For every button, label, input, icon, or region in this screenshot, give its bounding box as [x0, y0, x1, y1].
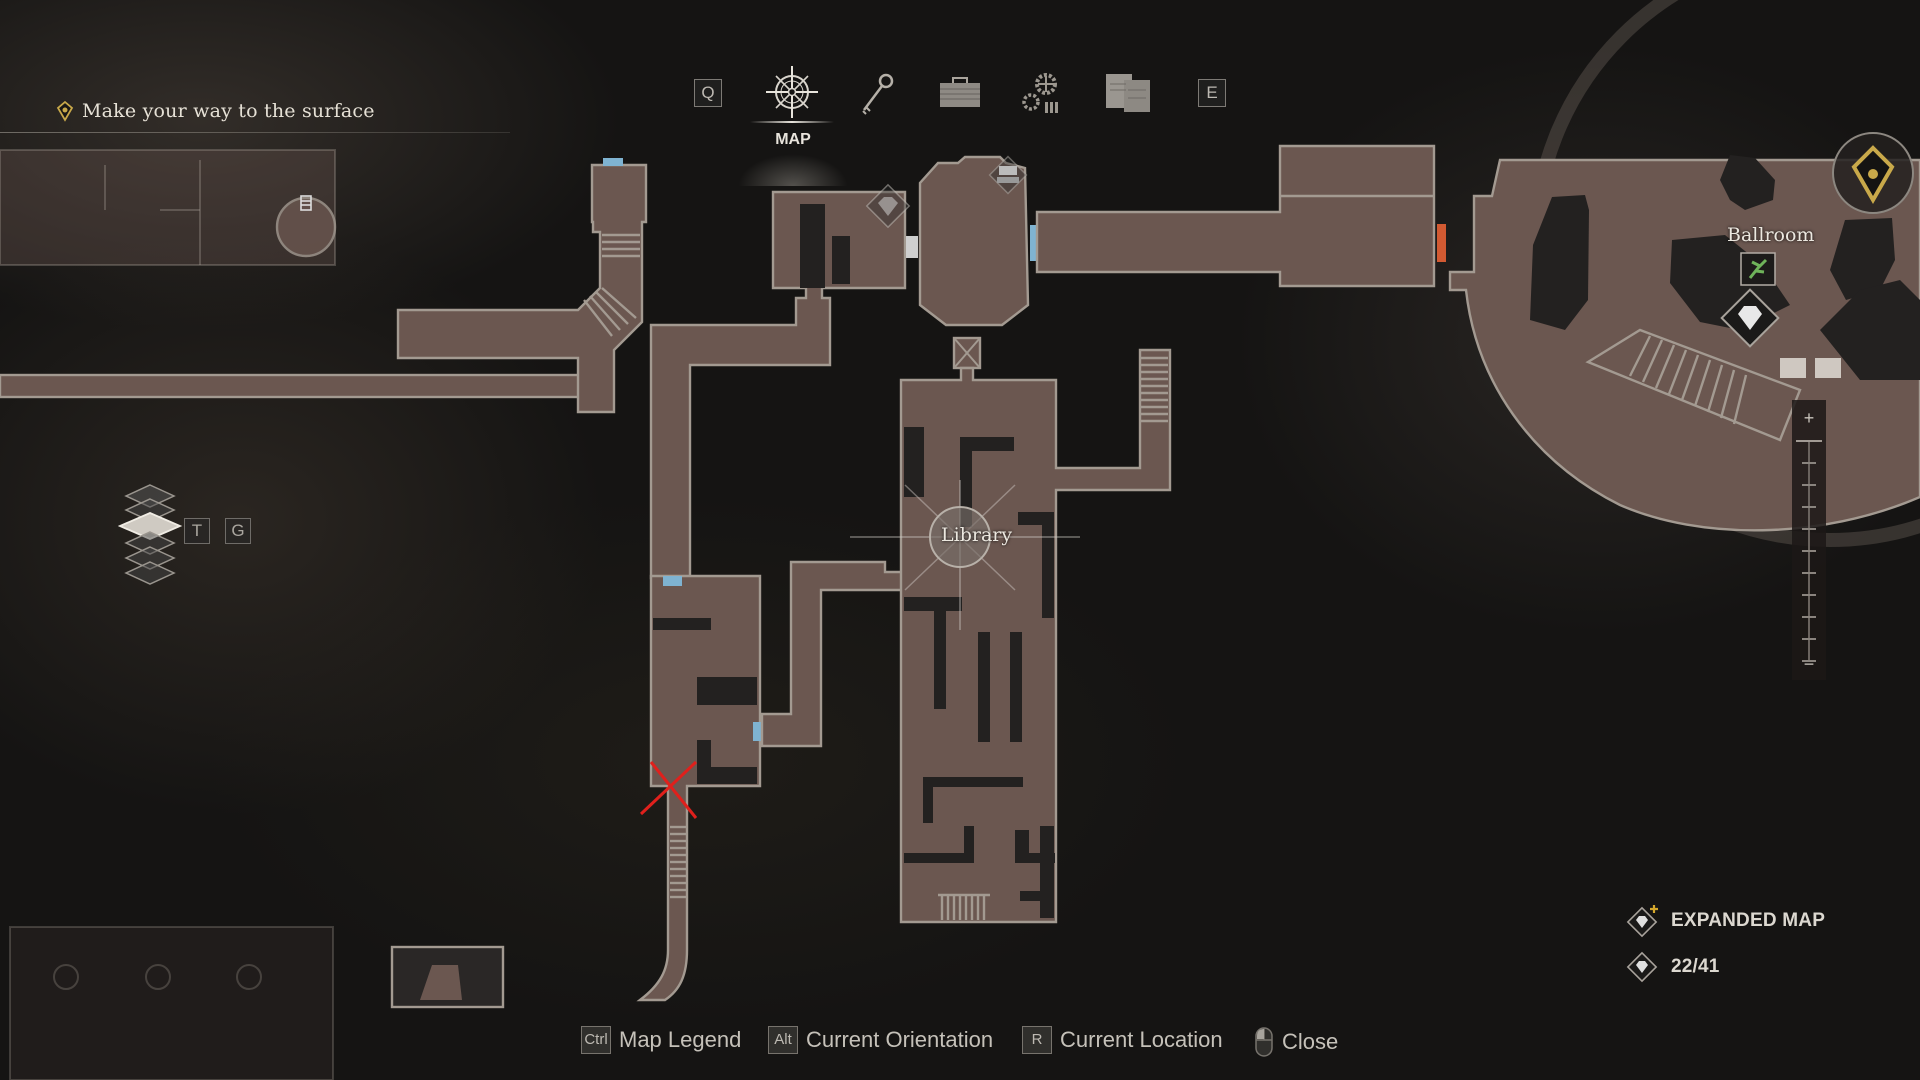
treasure-count-row: 22/41	[1625, 944, 1825, 990]
treasure-icon	[1626, 951, 1658, 983]
tab-inventory[interactable]	[938, 74, 982, 110]
room-l-corridor	[649, 190, 918, 580]
active-tab-glow	[738, 154, 848, 186]
hint-map-legend[interactable]: Ctrl Map Legend	[581, 1026, 741, 1054]
room-west-corridor	[0, 373, 582, 399]
zoom-tick	[1802, 550, 1816, 552]
zoom-tick	[1802, 462, 1816, 464]
room-library	[899, 336, 1172, 924]
hint-current-orientation[interactable]: Alt Current Orientation	[768, 1026, 993, 1054]
hint-label: Current Orientation	[806, 1027, 994, 1052]
r-key: R	[1022, 1026, 1052, 1054]
faint-room-top-left	[0, 149, 337, 266]
zoom-tick	[1802, 528, 1816, 530]
floor-up-key[interactable]: T	[184, 518, 210, 544]
mouse-icon	[1255, 1027, 1273, 1057]
briefcase-icon	[940, 77, 980, 107]
zoom-out-button[interactable]: −	[1792, 654, 1826, 675]
room-octagon	[918, 155, 1038, 327]
location-label-ballroom: Ballroom	[1727, 224, 1815, 246]
floor-layer-icon[interactable]	[124, 561, 176, 585]
collectibles-panel: EXPANDED MAP 22/41	[1625, 898, 1825, 990]
floor-down-key[interactable]: G	[225, 518, 251, 544]
zoom-tick	[1802, 572, 1816, 574]
hint-label: Current Location	[1060, 1027, 1223, 1052]
green-herb-icon[interactable]	[1740, 252, 1776, 286]
zoom-tick	[1802, 506, 1816, 508]
alt-key: Alt	[768, 1026, 798, 1054]
tab-map[interactable]	[764, 64, 820, 120]
tab-map-label: MAP	[775, 131, 811, 148]
top-nav: Q E	[0, 62, 1920, 186]
expanded-map-label: EXPANDED MAP	[1671, 910, 1826, 931]
tab-files[interactable]	[1104, 72, 1152, 114]
zoom-tick	[1802, 616, 1816, 618]
hint-label: Close	[1282, 1029, 1339, 1054]
treasure-count: 22/41	[1671, 956, 1720, 977]
ctrl-key: Ctrl	[581, 1026, 611, 1054]
key-icon	[862, 73, 894, 115]
expanded-map-treasure-icon	[1626, 905, 1658, 938]
zoom-handle[interactable]	[1796, 440, 1822, 442]
tab-upgrades[interactable]	[1020, 70, 1064, 116]
room-connector	[760, 560, 904, 748]
next-tab-key[interactable]: E	[1198, 79, 1226, 107]
documents-icon	[1106, 74, 1150, 112]
zoom-slider[interactable]: + −	[1792, 400, 1826, 680]
room-west-library-annex	[636, 574, 763, 1002]
zoom-tick	[1802, 638, 1816, 640]
tab-key-items[interactable]	[855, 70, 899, 118]
hint-current-location[interactable]: R Current Location	[1022, 1026, 1223, 1054]
prev-tab-key[interactable]: Q	[694, 79, 722, 107]
hint-label: Map Legend	[619, 1027, 742, 1052]
control-hints: Ctrl Map Legend Alt Current Orientation …	[0, 1026, 1920, 1060]
floor-selector[interactable]	[117, 480, 188, 605]
room-east-corridor	[1035, 144, 1446, 288]
location-label-library: Library	[941, 524, 1013, 546]
active-tab-underline	[750, 121, 834, 123]
gears-ammo-icon	[1022, 73, 1058, 113]
zoom-in-button[interactable]: +	[1792, 408, 1826, 429]
expanded-map-row: EXPANDED MAP	[1625, 898, 1825, 944]
zoom-tick	[1802, 594, 1816, 596]
compass-rose-icon	[766, 66, 818, 118]
zoom-track[interactable]	[1808, 442, 1810, 662]
zoom-tick	[1802, 484, 1816, 486]
hint-close[interactable]: Close	[1254, 1026, 1338, 1058]
